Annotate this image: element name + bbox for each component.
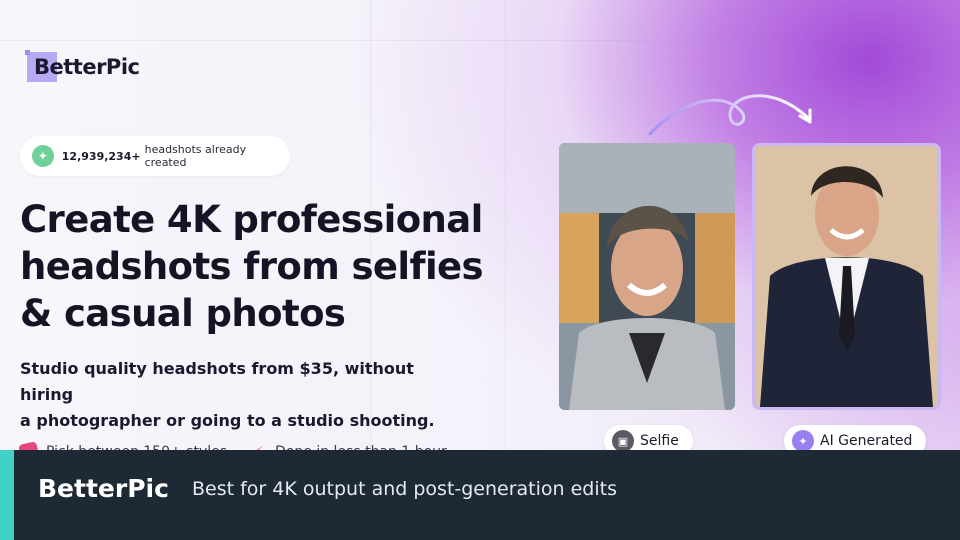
sparkle-icon: ✦ — [792, 430, 814, 452]
page-title: Create 4K professional headshots from se… — [20, 196, 500, 337]
headline-line: & casual photos — [20, 292, 346, 335]
headshot-count-badge: ✦ 12,939,234+ headshots already created — [20, 136, 290, 176]
selfie-label: Selfie — [640, 433, 679, 449]
caption-bar: BetterPic Best for 4K output and post-ge… — [0, 450, 960, 540]
selfie-photo-image — [559, 143, 735, 410]
caption-title: BetterPic — [38, 474, 169, 503]
headshot-count: 12,939,234+ — [61, 149, 141, 163]
subhead-line: Studio quality headshots from $35, witho… — [20, 359, 414, 404]
grid-line — [0, 40, 960, 41]
headline-line: headshots from selfies — [20, 245, 484, 288]
ai-generated-label: AI Generated — [820, 433, 913, 449]
page-subtitle: Studio quality headshots from $35, witho… — [20, 356, 450, 434]
ai-generated-photo — [752, 143, 941, 410]
curved-arrow-icon — [648, 94, 812, 136]
phone-icon: ▣ — [612, 430, 634, 452]
caption-accent-stripe — [0, 450, 14, 540]
page: BetterPic ✦ 12,939,234+ headshots alread… — [0, 0, 960, 540]
ai-generated-photo-image — [755, 146, 938, 407]
sparkle-icon: ✦ — [32, 145, 54, 167]
subhead-line: a photographer or going to a studio shoo… — [20, 411, 435, 430]
brand-logo[interactable]: BetterPic — [22, 46, 140, 82]
brand-name: BetterPic — [34, 55, 140, 79]
headshot-count-text: headshots already created — [144, 143, 247, 169]
selfie-photo — [559, 143, 735, 410]
caption-description: Best for 4K output and post-generation e… — [192, 478, 617, 500]
headline-line: Create 4K professional — [20, 198, 483, 241]
